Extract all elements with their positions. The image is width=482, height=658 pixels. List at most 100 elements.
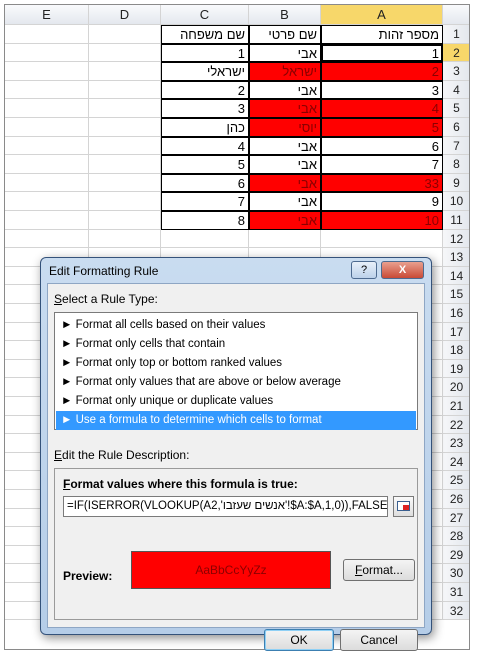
- cell-B10[interactable]: אבי: [249, 192, 321, 211]
- rule-type-item[interactable]: ► Format only cells that contain: [56, 335, 416, 354]
- row-header[interactable]: 6: [443, 118, 469, 137]
- range-select-icon[interactable]: [393, 496, 414, 517]
- cell-A8[interactable]: 7: [321, 155, 443, 174]
- column-header-E[interactable]: E: [5, 5, 89, 25]
- cell-E6[interactable]: [5, 118, 89, 137]
- rule-type-item[interactable]: ► Format all cells based on their values: [56, 316, 416, 335]
- cell-C1[interactable]: שם משפחה: [161, 25, 249, 44]
- close-button[interactable]: X: [381, 261, 424, 279]
- help-button[interactable]: ?: [351, 261, 377, 279]
- formula-input[interactable]: =IF(ISERROR(VLOOKUP(A2,'אנשים שעזבו'!$A:…: [63, 496, 388, 517]
- cell-D2[interactable]: [89, 43, 161, 63]
- cell-D5[interactable]: [89, 99, 161, 118]
- row-header[interactable]: 22: [443, 415, 469, 435]
- cell-A9[interactable]: 33: [321, 173, 443, 193]
- row-header[interactable]: 12: [443, 229, 469, 249]
- cell-A4[interactable]: 3: [321, 80, 443, 100]
- cell-A12[interactable]: [321, 229, 443, 249]
- cell-D10[interactable]: [89, 192, 161, 211]
- cell-B8[interactable]: אבי: [249, 155, 321, 174]
- column-header-D[interactable]: D: [89, 5, 161, 25]
- row-header[interactable]: 13: [443, 248, 469, 267]
- row-header[interactable]: 20: [443, 378, 469, 397]
- row-header[interactable]: 8: [443, 155, 469, 174]
- cell-A2[interactable]: 1: [321, 43, 443, 63]
- row-header[interactable]: 26: [443, 490, 469, 509]
- row-header[interactable]: 30: [443, 564, 469, 583]
- row-header[interactable]: 31: [443, 583, 469, 602]
- row-header[interactable]: 1: [443, 25, 469, 44]
- row-header[interactable]: 21: [443, 397, 469, 416]
- cell-E11[interactable]: [5, 211, 89, 230]
- cell-A1[interactable]: מספר זהות: [321, 25, 443, 44]
- cell-D12[interactable]: [89, 229, 161, 249]
- cell-D8[interactable]: [89, 155, 161, 174]
- cell-E9[interactable]: [5, 173, 89, 193]
- cell-D3[interactable]: [89, 62, 161, 81]
- cell-C2[interactable]: 1: [161, 43, 249, 63]
- row-header[interactable]: 10: [443, 192, 469, 211]
- row-header[interactable]: 23: [443, 434, 469, 453]
- cell-C4[interactable]: 2: [161, 80, 249, 100]
- cell-D11[interactable]: [89, 211, 161, 230]
- row-header[interactable]: 14: [443, 266, 469, 286]
- row-header[interactable]: 16: [443, 304, 469, 323]
- cell-A6[interactable]: 5: [321, 118, 443, 137]
- row-header[interactable]: 5: [443, 99, 469, 118]
- cell-A3[interactable]: 2: [321, 62, 443, 81]
- cell-E2[interactable]: [5, 43, 89, 63]
- cell-D4[interactable]: [89, 80, 161, 100]
- cell-A7[interactable]: 6: [321, 136, 443, 156]
- rule-type-item[interactable]: ► Use a formula to determine which cells…: [56, 411, 416, 430]
- column-header-C[interactable]: C: [161, 5, 249, 25]
- row-header[interactable]: 18: [443, 341, 469, 360]
- row-header[interactable]: 9: [443, 173, 469, 193]
- cell-C11[interactable]: 8: [161, 211, 249, 230]
- cell-C5[interactable]: 3: [161, 99, 249, 118]
- cell-B6[interactable]: יוסי: [249, 118, 321, 137]
- cell-B12[interactable]: [249, 229, 321, 249]
- cell-E7[interactable]: [5, 136, 89, 156]
- cell-B3[interactable]: ישראל: [249, 62, 321, 81]
- row-header[interactable]: 32: [443, 601, 469, 621]
- cancel-button[interactable]: Cancel: [340, 629, 418, 651]
- cell-B1[interactable]: שם פרטי: [249, 25, 321, 44]
- cell-C9[interactable]: 6: [161, 173, 249, 193]
- cell-A10[interactable]: 9: [321, 192, 443, 211]
- cell-C7[interactable]: 4: [161, 136, 249, 156]
- row-header[interactable]: 28: [443, 527, 469, 546]
- cell-E4[interactable]: [5, 80, 89, 100]
- cell-C10[interactable]: 7: [161, 192, 249, 211]
- row-header[interactable]: 7: [443, 136, 469, 156]
- cell-D6[interactable]: [89, 118, 161, 137]
- row-header[interactable]: 4: [443, 80, 469, 100]
- format-button[interactable]: Format...: [343, 559, 415, 581]
- row-header[interactable]: 24: [443, 452, 469, 472]
- cell-C12[interactable]: [161, 229, 249, 249]
- cell-B5[interactable]: אבי: [249, 99, 321, 118]
- row-header[interactable]: 2: [443, 43, 469, 63]
- cell-A11[interactable]: 10: [321, 211, 443, 230]
- ok-button[interactable]: OK: [264, 629, 334, 651]
- rule-type-item[interactable]: ► Format only values that are above or b…: [56, 373, 416, 392]
- row-header[interactable]: 27: [443, 508, 469, 528]
- row-header[interactable]: 25: [443, 471, 469, 490]
- rule-type-item[interactable]: ► Format only unique or duplicate values: [56, 392, 416, 411]
- row-header[interactable]: 19: [443, 359, 469, 379]
- row-header[interactable]: 11: [443, 211, 469, 230]
- cell-D9[interactable]: [89, 173, 161, 193]
- row-header[interactable]: 15: [443, 285, 469, 304]
- row-header[interactable]: 29: [443, 545, 469, 565]
- cell-B4[interactable]: אבי: [249, 80, 321, 100]
- cell-B9[interactable]: אבי: [249, 173, 321, 193]
- column-header-B[interactable]: B: [249, 5, 321, 25]
- cell-C6[interactable]: כהן: [161, 118, 249, 137]
- cell-E12[interactable]: [5, 229, 89, 249]
- cell-B7[interactable]: אבי: [249, 136, 321, 156]
- cell-A5[interactable]: 4: [321, 99, 443, 118]
- cell-E10[interactable]: [5, 192, 89, 211]
- cell-E5[interactable]: [5, 99, 89, 118]
- row-header[interactable]: 3: [443, 62, 469, 81]
- cell-E3[interactable]: [5, 62, 89, 81]
- cell-E8[interactable]: [5, 155, 89, 174]
